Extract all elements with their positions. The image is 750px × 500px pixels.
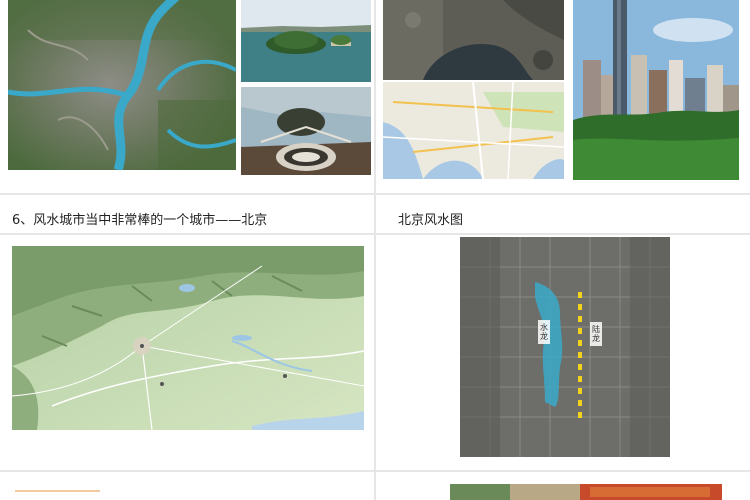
vertical-divider xyxy=(374,0,376,500)
land-dragon-label: 陆龙 xyxy=(590,322,602,346)
beijing-fengshui-satellite-map xyxy=(460,237,670,457)
next-slide-left-accent xyxy=(15,490,100,492)
section-heading-beijing-fengshui-city: 6、风水城市当中非常棒的一个城市——北京 xyxy=(12,213,268,228)
beijing-terrain-map xyxy=(12,246,364,430)
city-river-satellite-image xyxy=(8,0,236,170)
city-skyline-photo xyxy=(573,0,739,180)
water-dragon-label: 水龙 xyxy=(538,320,550,344)
taiji-plaza-aerial-photo xyxy=(241,87,371,175)
lake-island-photo xyxy=(241,0,371,82)
horizontal-divider-middle xyxy=(0,233,750,235)
horizontal-divider-top xyxy=(0,193,750,195)
section-heading-beijing-fengshui-map: 北京风水图 xyxy=(398,213,464,228)
horizontal-divider-bottom xyxy=(0,470,750,472)
next-slide-right-banner-image xyxy=(450,484,722,500)
city-road-map-image xyxy=(383,82,564,179)
bay-satellite-image xyxy=(383,0,564,80)
